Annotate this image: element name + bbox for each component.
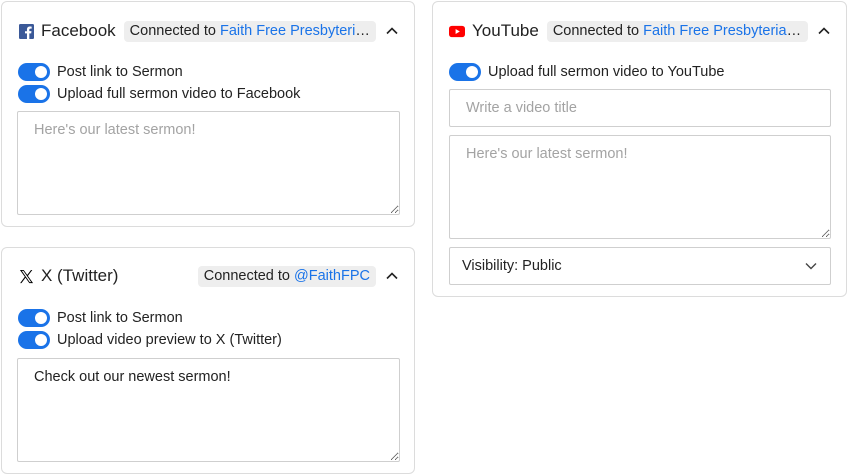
toggle-label: Post link to Sermon	[57, 310, 183, 326]
youtube-upload-video-toggle[interactable]	[449, 63, 481, 81]
twitter-account-link[interactable]: @FaithFPC	[294, 268, 370, 284]
facebook-card-header: Facebook Connected to Faith Free Presbyt…	[18, 20, 400, 42]
facebook-upload-video-row: Upload full sermon video to Facebook	[18, 85, 300, 103]
youtube-card-header: YouTube Connected to Faith Free Presbyte…	[449, 20, 832, 42]
youtube-title: YouTube	[472, 21, 539, 40]
twitter-connection-badge: Connected to @FaithFPC	[197, 265, 376, 287]
youtube-video-title-input[interactable]	[449, 89, 831, 127]
toggle-label: Upload video preview to X (Twitter)	[57, 332, 282, 348]
twitter-post-link-row: Post link to Sermon	[18, 309, 183, 327]
youtube-visibility-select[interactable]: Visibility: Public	[449, 247, 831, 285]
facebook-post-link-row: Post link to Sermon	[18, 63, 183, 81]
facebook-message-textarea[interactable]	[17, 111, 400, 215]
facebook-icon	[18, 23, 34, 39]
youtube-upload-video-row: Upload full sermon video to YouTube	[449, 63, 724, 81]
youtube-account-link[interactable]: Faith Free Presbyterian Church	[643, 23, 808, 39]
toggle-label: Upload full sermon video to Facebook	[57, 86, 301, 102]
toggle-label: Upload full sermon video to YouTube	[488, 64, 725, 80]
twitter-message-textarea[interactable]	[17, 358, 400, 462]
facebook-account-link[interactable]: Faith Free Presbyterian Church	[220, 23, 376, 39]
youtube-description-textarea[interactable]	[449, 135, 831, 239]
connection-prefix: Connected to	[552, 22, 644, 39]
collapse-chevron-up-icon[interactable]	[816, 23, 832, 39]
youtube-connection-badge: Connected to Faith Free Presbyterian Chu…	[546, 20, 808, 42]
twitter-card: X (Twitter) Connected to @FaithFPC Post …	[1, 247, 415, 474]
twitter-title: X (Twitter)	[41, 266, 119, 285]
facebook-card: Facebook Connected to Faith Free Presbyt…	[1, 1, 415, 227]
facebook-connection-badge: Connected to Faith Free Presbyterian Chu…	[123, 20, 376, 42]
chevron-down-icon	[804, 259, 818, 273]
youtube-card: YouTube Connected to Faith Free Presbyte…	[432, 1, 847, 297]
connection-prefix: Connected to	[203, 267, 295, 284]
facebook-title: Facebook	[41, 21, 116, 40]
x-logo-icon	[18, 268, 34, 284]
twitter-upload-preview-row: Upload video preview to X (Twitter)	[18, 331, 282, 349]
facebook-post-link-toggle[interactable]	[18, 63, 50, 81]
collapse-chevron-up-icon[interactable]	[384, 23, 400, 39]
twitter-post-link-toggle[interactable]	[18, 309, 50, 327]
twitter-card-header: X (Twitter) Connected to @FaithFPC	[18, 265, 400, 287]
connection-prefix: Connected to	[129, 22, 220, 39]
twitter-upload-preview-toggle[interactable]	[18, 331, 50, 349]
visibility-value: Visibility: Public	[462, 258, 562, 274]
facebook-upload-video-toggle[interactable]	[18, 85, 50, 103]
collapse-chevron-up-icon[interactable]	[384, 268, 400, 284]
toggle-label: Post link to Sermon	[57, 64, 183, 80]
youtube-icon	[449, 23, 465, 39]
